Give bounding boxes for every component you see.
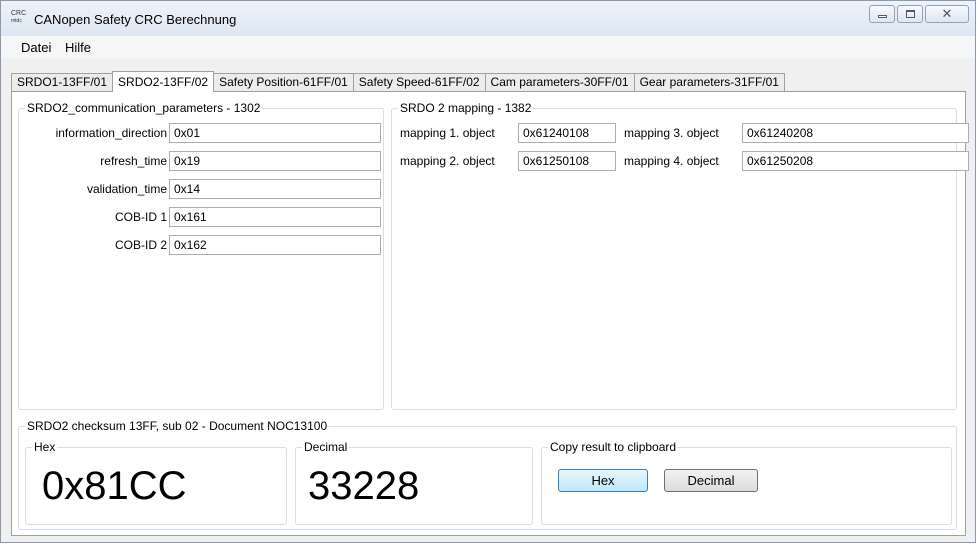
tab-gear-parameters[interactable]: Gear parameters-31FF/01 [633, 73, 785, 91]
tab-strip: SRDO1-13FF/01 SRDO2-13FF/02 Safety Posit… [11, 71, 785, 92]
tab-page-srdo2: SRDO2_communication_parameters - 1302 in… [11, 91, 969, 536]
tab-safety-position[interactable]: Safety Position-61FF/01 [213, 73, 354, 91]
validation-time-input[interactable]: 0x14 [169, 179, 381, 199]
main-window: CRC mtdc CANopen Safety CRC Berechnung ✕… [0, 0, 976, 543]
info-direction-input[interactable]: 0x01 [169, 123, 381, 143]
app-icon-text: CRC [11, 10, 27, 17]
maximize-button[interactable] [897, 5, 923, 23]
cob-id1-input[interactable]: 0x161 [169, 207, 381, 227]
mapping-1-label: mapping 1. object [400, 126, 495, 140]
comm-params-caption: SRDO2_communication_parameters - 1302 [25, 101, 263, 115]
app-icon-subtext: mtdc [11, 18, 22, 24]
tab-srdo2[interactable]: SRDO2-13FF/02 [112, 71, 215, 92]
cob-id2-label: COB-ID 2 [114, 238, 167, 252]
close-icon: ✕ [941, 6, 953, 21]
menu-bar: Datei Hilfe [1, 36, 975, 58]
decimal-caption: Decimal [302, 440, 350, 454]
mapping-4-input[interactable]: 0x61250208 [742, 151, 969, 171]
copy-group: Copy result to clipboard Hex Decimal [541, 440, 952, 525]
tab-cam-parameters[interactable]: Cam parameters-30FF/01 [484, 73, 635, 91]
hex-value: 0x81CC [42, 464, 187, 508]
minimize-icon [878, 15, 887, 18]
mapping-group: SRDO 2 mapping - 1382 mapping 1. object … [391, 101, 969, 410]
cob-id1-label: COB-ID 1 [114, 210, 167, 224]
mapping-1-input[interactable]: 0x61240108 [518, 123, 616, 143]
menu-hilfe[interactable]: Hilfe [65, 40, 91, 55]
mapping-caption: SRDO 2 mapping - 1382 [398, 101, 534, 115]
close-button[interactable]: ✕ [925, 5, 969, 23]
tab-safety-speed[interactable]: Safety Speed-61FF/02 [352, 73, 486, 91]
tab-srdo1[interactable]: SRDO1-13FF/01 [11, 73, 114, 91]
hex-group: Hex 0x81CC [25, 440, 287, 525]
refresh-time-label: refresh_time [100, 154, 167, 168]
info-direction-label: information_direction [55, 126, 167, 140]
decimal-group: Decimal 33228 [295, 440, 533, 525]
checksum-group: SRDO2 checksum 13FF, sub 02 - Document N… [18, 419, 957, 530]
hex-caption: Hex [32, 440, 58, 454]
mapping-3-label: mapping 3. object [624, 126, 719, 140]
copy-caption: Copy result to clipboard [548, 440, 679, 454]
validation-time-label: validation_time [86, 182, 167, 196]
maximize-icon [906, 10, 915, 18]
window-title: CANopen Safety CRC Berechnung [34, 12, 237, 27]
mapping-4-label: mapping 4. object [624, 154, 719, 168]
mapping-2-input[interactable]: 0x61250108 [518, 151, 616, 171]
comm-params-group: SRDO2_communication_parameters - 1302 in… [18, 101, 384, 410]
mapping-2-label: mapping 2. object [400, 154, 495, 168]
cob-id2-input[interactable]: 0x162 [169, 235, 381, 255]
menu-datei[interactable]: Datei [21, 40, 51, 55]
checksum-caption: SRDO2 checksum 13FF, sub 02 - Document N… [25, 419, 330, 433]
title-bar[interactable]: CRC mtdc CANopen Safety CRC Berechnung ✕ [1, 1, 975, 36]
minimize-button[interactable] [869, 5, 895, 23]
decimal-value: 33228 [308, 464, 420, 508]
caption-buttons: ✕ [869, 5, 969, 23]
copy-hex-button[interactable]: Hex [558, 469, 648, 492]
copy-decimal-button[interactable]: Decimal [664, 469, 758, 492]
mapping-3-input[interactable]: 0x61240208 [742, 123, 969, 143]
crc-app-icon: CRC mtdc [11, 10, 33, 24]
refresh-time-input[interactable]: 0x19 [169, 151, 381, 171]
